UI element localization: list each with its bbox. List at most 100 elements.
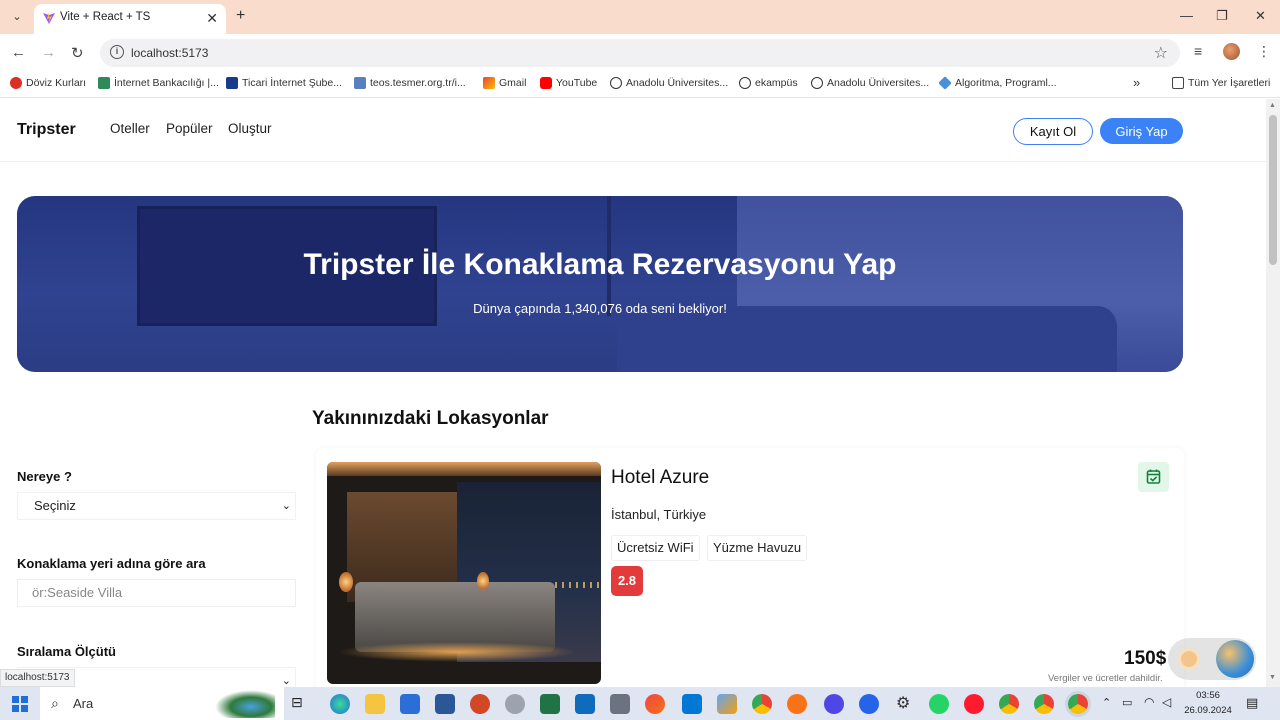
bookmark-ticari[interactable]: Ticari İnternet Şube... — [226, 77, 342, 89]
edge-icon[interactable] — [330, 694, 350, 714]
hotel-price: 150$ — [1124, 648, 1167, 669]
tab-title: Vite + React + TS — [60, 11, 151, 23]
where-select-value: Seçiniz — [34, 498, 76, 513]
tab-search-chevron-icon[interactable]: ⌄ — [8, 8, 26, 26]
forward-arrow-icon[interactable]: → — [41, 44, 56, 61]
floating-widget[interactable] — [1168, 638, 1256, 680]
hero-banner: Tripster İle Konaklama Rezervasyonu Yap … — [17, 196, 1183, 372]
amenity-tag: Yüzme Havuzu — [707, 535, 808, 561]
zoom-icon[interactable] — [824, 694, 844, 714]
site-info-icon[interactable]: i — [110, 45, 124, 59]
scroll-up-icon[interactable]: ▲ — [1269, 102, 1276, 109]
hotel-name[interactable]: Hotel Azure — [611, 467, 709, 489]
scroll-down-icon[interactable]: ▼ — [1269, 674, 1276, 681]
hotel-image[interactable] — [327, 462, 601, 684]
scroll-thumb[interactable] — [1269, 115, 1277, 265]
bookmark-teos[interactable]: teos.tesmer.org.tr/i... — [354, 77, 466, 89]
nav-link-oteller[interactable]: Oteller — [110, 121, 150, 136]
widget-avatar-icon[interactable] — [1178, 648, 1200, 670]
bookmark-youtube[interactable]: YouTube — [540, 77, 597, 89]
battery-icon[interactable]: ▭ — [1122, 696, 1132, 709]
bookmark-gmail[interactable]: Gmail — [483, 77, 526, 89]
hotel-image-lamp — [477, 572, 489, 590]
name-search-input[interactable]: ör:Seaside Villa — [17, 579, 296, 607]
name-search-label: Konaklama yeri adına göre ara — [17, 556, 206, 571]
address-bar[interactable]: i localhost:5173 ☆ — [100, 39, 1180, 67]
messenger-icon[interactable] — [859, 694, 879, 714]
all-bookmarks[interactable]: Tüm Yer İşaretleri — [1172, 77, 1270, 89]
reload-icon[interactable]: ↻ — [71, 44, 84, 62]
bookmark-anadolu-2[interactable]: Anadolu Üniversites... — [811, 77, 929, 89]
bookmark-star-icon[interactable]: ☆ — [1154, 43, 1168, 63]
hero-title: Tripster İle Konaklama Rezervasyonu Yap — [303, 248, 897, 281]
settings-gear-icon[interactable]: ⚙ — [896, 693, 910, 713]
opera-icon[interactable] — [964, 694, 984, 714]
tray-expand-icon[interactable]: ⌃ — [1102, 696, 1111, 709]
notifications-icon[interactable]: ▤ — [1246, 695, 1258, 711]
bookmark-anadolu-1[interactable]: Anadolu Üniversites... — [610, 77, 728, 89]
bookmark-algoritma[interactable]: Algoritma, Programl... — [938, 76, 1057, 90]
chrome-profile-icon[interactable] — [1034, 694, 1054, 714]
volume-icon[interactable]: ◁ — [1162, 695, 1171, 709]
site-brand[interactable]: Tripster — [17, 121, 76, 139]
minimize-icon[interactable]: — — [1180, 8, 1193, 23]
calendar-check-icon — [1146, 469, 1161, 484]
register-button[interactable]: Kayıt Ol — [1013, 118, 1093, 145]
chevron-down-icon: ⌄ — [281, 675, 291, 687]
task-view-icon[interactable]: ⊟ — [291, 694, 303, 711]
page-scrollbar[interactable]: ▲ ▼ — [1266, 99, 1280, 687]
profile-avatar[interactable] — [1223, 43, 1240, 60]
where-select[interactable]: Seçiniz ⌄ — [17, 492, 296, 520]
chrome-active-icon[interactable] — [1068, 694, 1088, 714]
teos-icon — [354, 77, 366, 89]
clock-date[interactable]: 26.09.2024 — [1180, 705, 1236, 716]
chevron-down-icon: ⌄ — [281, 500, 291, 512]
site-navbar: Tripster Oteller Popüler Oluştur Kayıt O… — [0, 99, 1266, 162]
wifi-icon[interactable]: ◠ — [1144, 695, 1154, 709]
whatsapp-icon[interactable] — [929, 694, 949, 714]
browser-menu-icon[interactable]: ⋮ — [1257, 43, 1271, 60]
calculator-icon[interactable] — [610, 694, 630, 714]
hotel-image-floor-glow — [337, 642, 577, 662]
app-icon[interactable] — [717, 694, 737, 714]
widget-assistant-icon[interactable] — [1216, 640, 1254, 678]
calendar-button[interactable] — [1138, 462, 1169, 492]
nav-link-populer[interactable]: Popüler — [166, 121, 213, 136]
vscode-icon[interactable] — [682, 694, 702, 714]
app-icon[interactable] — [645, 694, 665, 714]
bank-icon — [98, 77, 110, 89]
window-close-icon[interactable]: ✕ — [1255, 8, 1266, 24]
clock-time[interactable]: 03:56 — [1180, 690, 1236, 701]
file-explorer-icon[interactable] — [365, 694, 385, 714]
browser-tab[interactable]: Vite + React + TS ✕ — [34, 4, 226, 34]
hotel-image-lamp — [339, 572, 353, 592]
excel-icon[interactable] — [540, 694, 560, 714]
snipping-icon[interactable] — [505, 694, 525, 714]
doviz-icon — [10, 77, 22, 89]
outlook-icon[interactable] — [575, 694, 595, 714]
more-bookmarks-icon[interactable]: » — [1133, 75, 1140, 90]
bookmark-internet-bank[interactable]: İnternet Bankacılığı |... — [98, 77, 219, 89]
bookmark-ekampus[interactable]: ekampüs — [739, 77, 798, 89]
chrome-icon[interactable] — [752, 694, 772, 714]
new-tab-icon[interactable]: + — [236, 7, 245, 25]
nav-link-olustur[interactable]: Oluştur — [228, 121, 272, 136]
media-control-icon[interactable]: ≡ — [1194, 43, 1202, 59]
powerpoint-icon[interactable] — [470, 694, 490, 714]
vite-favicon-icon — [43, 12, 55, 24]
taskbar-search[interactable]: ⌕ Ara — [40, 687, 284, 720]
login-button[interactable]: Giriş Yap — [1100, 118, 1183, 144]
search-icon: ⌕ — [51, 695, 59, 711]
windows-start-icon[interactable] — [12, 696, 28, 712]
tab-close-icon[interactable]: ✕ — [206, 10, 218, 27]
chrome-profile-icon[interactable] — [999, 694, 1019, 714]
mail-icon[interactable] — [400, 694, 420, 714]
word-icon[interactable] — [435, 694, 455, 714]
postman-icon[interactable] — [787, 694, 807, 714]
hotel-card[interactable]: Hotel Azure İstanbul, Türkiye Ücretsiz W… — [316, 448, 1184, 687]
maximize-icon[interactable]: ❐ — [1216, 8, 1228, 24]
bookmark-doviz[interactable]: Döviz Kurları — [10, 77, 86, 89]
amenity-tag: Ücretsiz WiFi — [611, 535, 700, 561]
back-arrow-icon[interactable]: ← — [11, 44, 26, 61]
address-url[interactable]: localhost:5173 — [131, 46, 208, 60]
